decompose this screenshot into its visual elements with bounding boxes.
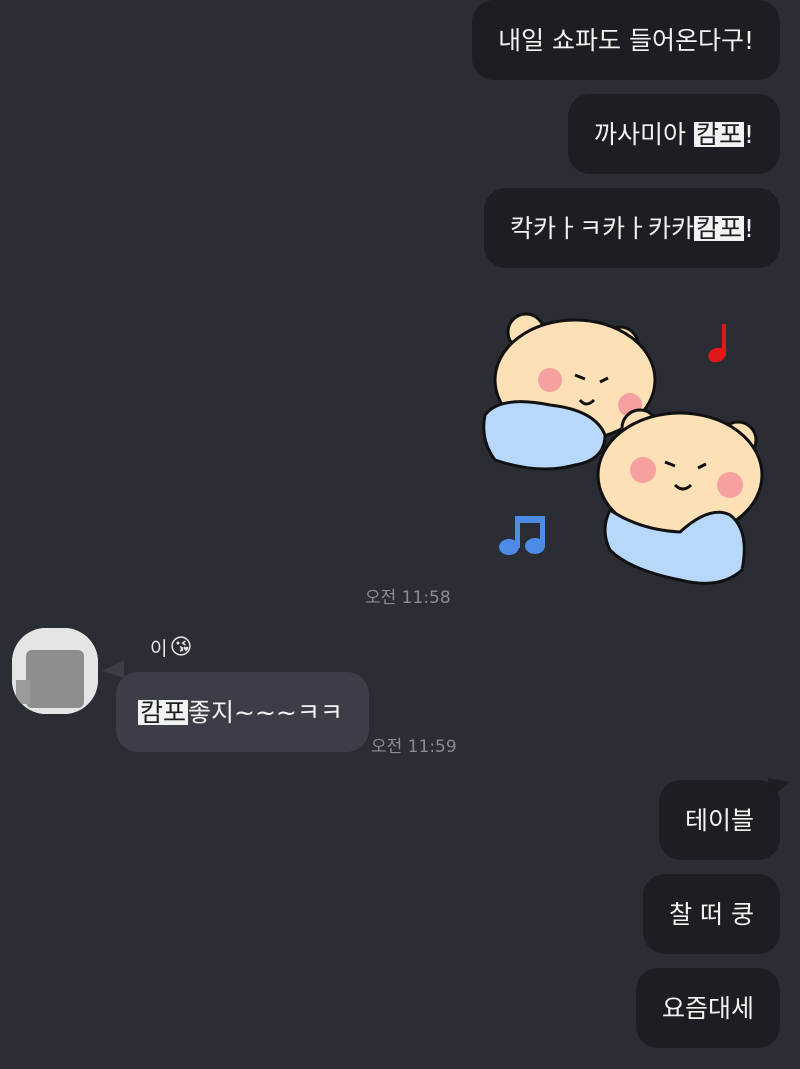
bubble-tail [102, 660, 124, 678]
chat-view: 내일 쇼파도 들어온다구! 까사미아 캄포! 칵카ㅏㅋ카ㅏ카카 캄포! 오전 1… [0, 0, 800, 1069]
red-music-note-icon [708, 324, 726, 363]
avatar-image-icon [12, 628, 98, 714]
message-text: 내일 쇼파도 들어온다구! [498, 25, 754, 55]
message-bubble[interactable]: 까사미아 캄포! [568, 94, 780, 174]
message-text-after: 좋지~~~ㅋㅋ [188, 697, 343, 727]
message-text-before: 칵카ㅏㅋ카ㅏ카카 [509, 213, 694, 243]
message-bubble[interactable]: 요즘대세 [635, 968, 780, 1048]
message-bubble[interactable]: 찰 떠 쿵 [643, 874, 780, 954]
message-text: 찰 떠 쿵 [669, 899, 754, 929]
message-text: 요즘대세 [661, 993, 754, 1023]
timestamp: 오전 11:58 [365, 588, 451, 608]
sender-name-text: 이 [150, 638, 168, 660]
kiss-emoji-icon: 😘 [169, 635, 193, 660]
message-bubble[interactable]: 내일 쇼파도 들어온다구! [472, 0, 780, 80]
bears-music-sticker[interactable] [480, 300, 780, 595]
highlighted-text: 캄포 [693, 119, 744, 149]
message-text-after: ! [743, 213, 754, 243]
message-text-before: 까사미아 [594, 119, 694, 149]
message-bubble[interactable]: 칵카ㅏㅋ카ㅏ카카 캄포! [483, 188, 780, 268]
highlighted-text: 캄포 [138, 697, 189, 727]
highlighted-text: 캄포 [693, 213, 744, 243]
message-bubble[interactable]: 테이블 [658, 780, 780, 860]
sticker-icon [482, 312, 764, 585]
timestamp: 오전 11:59 [371, 737, 457, 757]
message-text-after: ! [743, 119, 754, 149]
blue-music-note-icon [499, 516, 545, 555]
message-text: 테이블 [684, 805, 754, 835]
message-bubble[interactable]: 캄포 좋지~~~ㅋㅋ [116, 672, 369, 752]
avatar[interactable] [12, 628, 98, 714]
sender-name: 이 😘 [150, 634, 192, 661]
bear-right-icon [596, 408, 764, 585]
